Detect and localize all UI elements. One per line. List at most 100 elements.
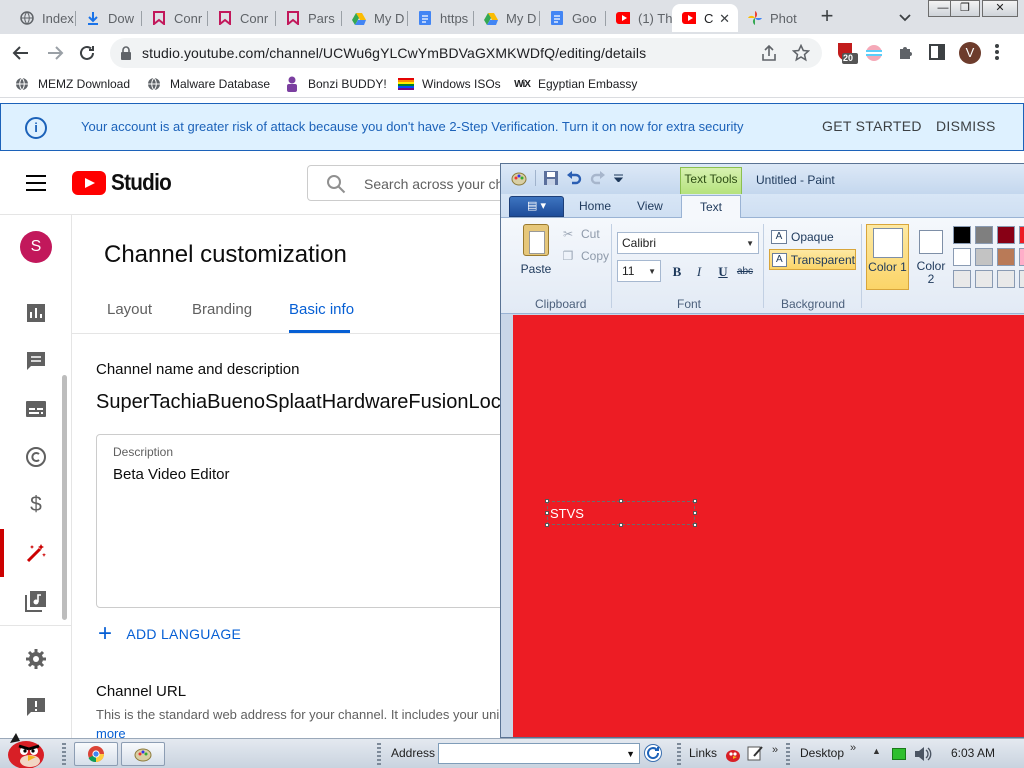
drawing-canvas[interactable]: STVS — [513, 315, 1024, 737]
palette-swatch[interactable] — [953, 248, 971, 266]
taskbar-address-input[interactable]: ▼ — [438, 743, 640, 764]
earn-dollar-icon[interactable]: $ — [24, 493, 48, 517]
customization-wand-icon[interactable] — [24, 541, 48, 565]
resize-handle[interactable] — [545, 499, 549, 503]
taskbar-clock[interactable]: 6:03 AM — [951, 746, 995, 760]
copyright-icon[interactable] — [24, 445, 48, 469]
resize-handle[interactable] — [693, 499, 697, 503]
address-bar[interactable]: studio.youtube.com/channel/UCWu6gYLCwYmB… — [110, 38, 822, 68]
browser-tab[interactable]: Phot — [738, 4, 804, 32]
resize-handle[interactable] — [545, 511, 549, 515]
palette-swatch[interactable] — [997, 226, 1015, 244]
paint-taskbar-button[interactable] — [121, 742, 165, 766]
extension-shield-icon[interactable]: 20 — [836, 41, 858, 65]
reload-button[interactable] — [76, 42, 98, 64]
taskbar-grip[interactable] — [377, 743, 381, 765]
palette-swatch[interactable] — [975, 248, 993, 266]
desktop-toolbar-label[interactable]: Desktop — [800, 746, 844, 760]
customize-dropdown-icon[interactable] — [614, 174, 623, 182]
resize-handle[interactable] — [545, 523, 549, 527]
toolbar-overflow-chevron-icon[interactable]: » — [850, 742, 856, 754]
pride-extension-icon[interactable] — [864, 43, 884, 63]
palette-swatch[interactable] — [1019, 226, 1024, 244]
browser-tab[interactable]: Conr — [208, 4, 276, 32]
bookmark-item[interactable]: Bonzi BUDDY! — [284, 76, 387, 92]
restore-button[interactable]: ❐ — [950, 0, 980, 17]
channel-name-field[interactable]: SuperTachiaBuenoSplaatHardwareFusionLoc — [96, 391, 501, 414]
opaque-button[interactable]: A Opaque — [771, 230, 834, 244]
paint-title-bar[interactable]: Text Tools Untitled - Paint — [501, 164, 1024, 194]
browser-tab[interactable]: Conr — [142, 4, 208, 32]
studio-logo[interactable]: Studio — [72, 169, 178, 196]
transparent-button[interactable]: A Transparent — [769, 249, 856, 270]
browser-tab[interactable]: Pars — [276, 4, 342, 32]
settings-gear-icon[interactable] — [24, 647, 48, 671]
forward-button[interactable] — [44, 42, 66, 64]
channel-avatar[interactable]: S — [20, 231, 52, 263]
paste-button[interactable]: Paste — [515, 224, 557, 278]
tab-layout[interactable]: Layout — [107, 301, 152, 318]
taskbar-grip[interactable] — [786, 743, 790, 765]
star-icon[interactable] — [792, 44, 810, 62]
browser-tab[interactable]: https — [408, 4, 474, 32]
palette-swatch[interactable] — [1019, 248, 1024, 266]
tab-basic-info[interactable]: Basic info — [289, 301, 354, 318]
chevron-down-icon[interactable] — [896, 8, 914, 26]
notepad-edit-icon[interactable] — [746, 744, 764, 762]
browser-tab[interactable]: Goo — [540, 4, 606, 32]
toolbar-overflow-chevron-icon[interactable]: » — [772, 744, 778, 756]
angry-bird-start-icon[interactable] — [4, 729, 48, 768]
browser-tab[interactable]: My D — [342, 4, 408, 32]
palette-swatch[interactable] — [975, 226, 993, 244]
palette-swatch[interactable] — [1019, 270, 1024, 288]
save-icon[interactable] — [544, 171, 558, 185]
font-family-select[interactable]: Calibri ▼ — [617, 232, 759, 254]
sidebar-scrollbar[interactable] — [62, 375, 67, 620]
more-link[interactable]: more — [96, 726, 126, 738]
bold-button[interactable]: B — [667, 261, 687, 281]
audio-library-icon[interactable] — [24, 589, 48, 613]
cut-button[interactable]: ✂ Cut — [561, 227, 600, 241]
underline-button[interactable]: U — [713, 261, 733, 281]
bookmark-item[interactable]: Windows ISOs — [398, 76, 501, 92]
canvas-text[interactable]: STVS — [550, 506, 584, 521]
dropdown-arrow-icon[interactable]: ▼ — [626, 749, 635, 759]
resize-handle[interactable] — [693, 523, 697, 527]
browser-tab-active[interactable]: C ✕ — [672, 4, 738, 32]
browser-tab[interactable]: My D — [474, 4, 540, 32]
font-size-select[interactable]: 11 ▼ — [617, 260, 661, 282]
subtitles-icon[interactable] — [24, 397, 48, 421]
back-button[interactable] — [10, 42, 32, 64]
comments-icon[interactable] — [24, 349, 48, 373]
add-language-button[interactable]: + ADD LANGUAGE — [98, 622, 241, 646]
profile-avatar[interactable]: V — [959, 42, 981, 64]
tab-branding[interactable]: Branding — [192, 301, 252, 318]
browser-tab[interactable]: Index — [10, 4, 76, 32]
share-icon[interactable] — [760, 44, 778, 62]
palette-swatch[interactable] — [997, 270, 1015, 288]
palette-swatch[interactable] — [953, 226, 971, 244]
go-refresh-icon[interactable] — [644, 744, 662, 762]
palette-swatch[interactable] — [997, 248, 1015, 266]
side-panel-icon[interactable] — [928, 43, 946, 61]
taskbar-grip[interactable] — [677, 743, 681, 765]
network-status-icon[interactable] — [892, 748, 906, 760]
browser-tab[interactable]: (1) Th — [606, 4, 672, 32]
palette-swatch[interactable] — [953, 270, 971, 288]
ribbon-tab-home[interactable]: Home — [579, 199, 611, 213]
close-tab-icon[interactable]: ✕ — [719, 11, 730, 27]
chrome-taskbar-button[interactable] — [74, 742, 118, 766]
puzzle-extensions-icon[interactable] — [896, 43, 916, 63]
feedback-icon[interactable] — [24, 695, 48, 719]
show-hidden-icons-icon[interactable]: ▲ — [872, 746, 881, 756]
description-textarea[interactable]: Description Beta Video Editor — [96, 434, 516, 608]
color1-button[interactable]: Color 1 — [866, 224, 909, 290]
dismiss-button[interactable]: DISMISS — [936, 118, 996, 134]
undo-icon[interactable] — [566, 171, 582, 185]
copy-button[interactable]: ❐ Copy — [561, 249, 609, 263]
volume-icon[interactable] — [914, 746, 932, 762]
hamburger-menu-icon[interactable] — [26, 175, 46, 191]
strikethrough-button[interactable]: abc — [735, 261, 755, 281]
paint-menu-button[interactable]: ▤ ▾ — [509, 196, 564, 217]
text-edit-box[interactable]: STVS — [545, 499, 697, 527]
